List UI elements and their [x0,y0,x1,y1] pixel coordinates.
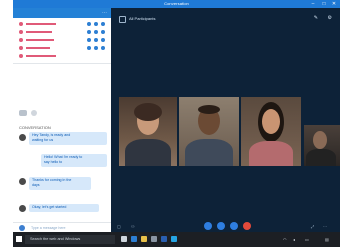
start-button[interactable] [16,236,22,242]
title-bar: Conversation – □ ✕ [13,0,340,8]
participant-row[interactable] [19,29,105,35]
presence-icon [19,46,23,50]
message-bubble: Okay, let's get started [29,204,99,212]
minimize-button[interactable]: – [308,0,318,8]
participant-row[interactable] [19,45,105,51]
person-hair [134,103,162,121]
chat-toggle-icon[interactable]: ▢ [117,224,121,229]
taskbar: Search the web and Windows ◠ ◂ ▭ ▤ [13,232,340,247]
more-icon[interactable] [101,46,105,50]
video-tile[interactable] [119,97,177,166]
participant-row[interactable] [19,37,105,43]
taskbar-search[interactable]: Search the web and Windows [25,235,115,244]
video-tile[interactable] [304,125,340,166]
close-button[interactable]: ✕ [329,0,339,8]
window-title: Conversation [164,1,189,6]
person-body [249,141,293,166]
mic-icon [87,30,91,34]
network-icon[interactable]: ◠ [283,237,287,242]
message-input[interactable]: Type a message here [31,226,66,230]
mic-icon [87,38,91,42]
edge-icon[interactable] [131,236,137,242]
person-hair [198,105,220,114]
video-tile[interactable] [241,97,301,166]
video-stage: All Participants ✎ ⚙ ▢ ⚇ ⤢ ⋯ [111,8,340,232]
participant-name [26,39,54,41]
person-face [262,109,280,134]
more-icon[interactable]: ⋯ [102,10,107,16]
word-icon[interactable] [161,236,167,242]
call-header: All Participants ✎ ⚙ [111,8,340,28]
video-tile[interactable] [179,97,239,166]
task-view-icon[interactable] [121,236,127,242]
chat-icon[interactable] [19,110,27,116]
participant-row[interactable] [19,21,105,27]
emoji-icon[interactable] [19,225,25,231]
video-icon [94,22,98,26]
group-icon [119,16,126,23]
video-icon [94,38,98,42]
sidebar-header: ⋯ [13,8,111,18]
more-options-icon[interactable]: ⋯ [323,224,327,229]
message-bubble: Thanks for coming in the days [29,177,91,190]
more-icon[interactable] [101,30,105,34]
screen: Conversation – □ ✕ ⋯ CONVERSATION Hey Ta… [0,0,340,247]
notifications-icon[interactable]: ▤ [325,237,329,242]
camera-button[interactable] [204,222,212,230]
share-button[interactable] [230,222,238,230]
more-icon[interactable] [101,38,105,42]
message-text: say hello to [44,160,63,164]
maximize-button[interactable]: □ [319,0,329,8]
taskbar-search-placeholder: Search the web and Windows [30,237,81,241]
mic-button[interactable] [217,222,225,230]
message-bubble: Hello! What I'm ready to say hello to [41,154,107,167]
more-icon[interactable] [101,22,105,26]
presence-icon [19,54,23,58]
end-call-button[interactable] [243,222,251,230]
conversation-header: CONVERSATION [19,125,51,130]
avatar [19,205,26,212]
participant-name [26,47,50,49]
mic-icon [87,46,91,50]
participant-row[interactable] [19,53,105,59]
skype-icon[interactable] [171,236,177,242]
person-body [125,139,171,166]
sidebar: ⋯ CONVERSATION Hey Tandy, is ready and w… [13,8,112,233]
message-bubble: Hey Tandy, is ready and waiting for us [29,132,107,145]
message-text: Okay, let's get started [32,205,67,209]
participant-name [26,55,56,57]
participant-list [19,21,105,61]
participants-icon[interactable]: ⚇ [131,224,135,229]
avatar [19,178,26,185]
settings-icon[interactable]: ⚙ [328,15,332,21]
presence-icon [19,38,23,42]
store-icon[interactable] [151,236,157,242]
person-body [185,139,233,166]
explorer-icon[interactable] [141,236,147,242]
fullscreen-icon[interactable]: ⤢ [311,224,314,229]
mic-icon [87,22,91,26]
clock[interactable]: ▭ [305,237,309,242]
participant-name [26,23,56,25]
call-title: All Participants [129,16,156,21]
pen-icon[interactable]: ✎ [314,15,318,21]
participant-name [26,31,52,33]
message-text: waiting for us [32,138,54,142]
volume-icon[interactable]: ◂ [293,237,295,242]
divider [13,63,111,64]
person-body [306,149,336,166]
video-icon [94,46,98,50]
message-text: days [32,183,40,187]
presence-icon [19,22,23,26]
person-face [313,131,327,149]
avatar [19,134,26,141]
video-icon [94,30,98,34]
people-icon[interactable] [31,110,37,116]
presence-icon [19,30,23,34]
